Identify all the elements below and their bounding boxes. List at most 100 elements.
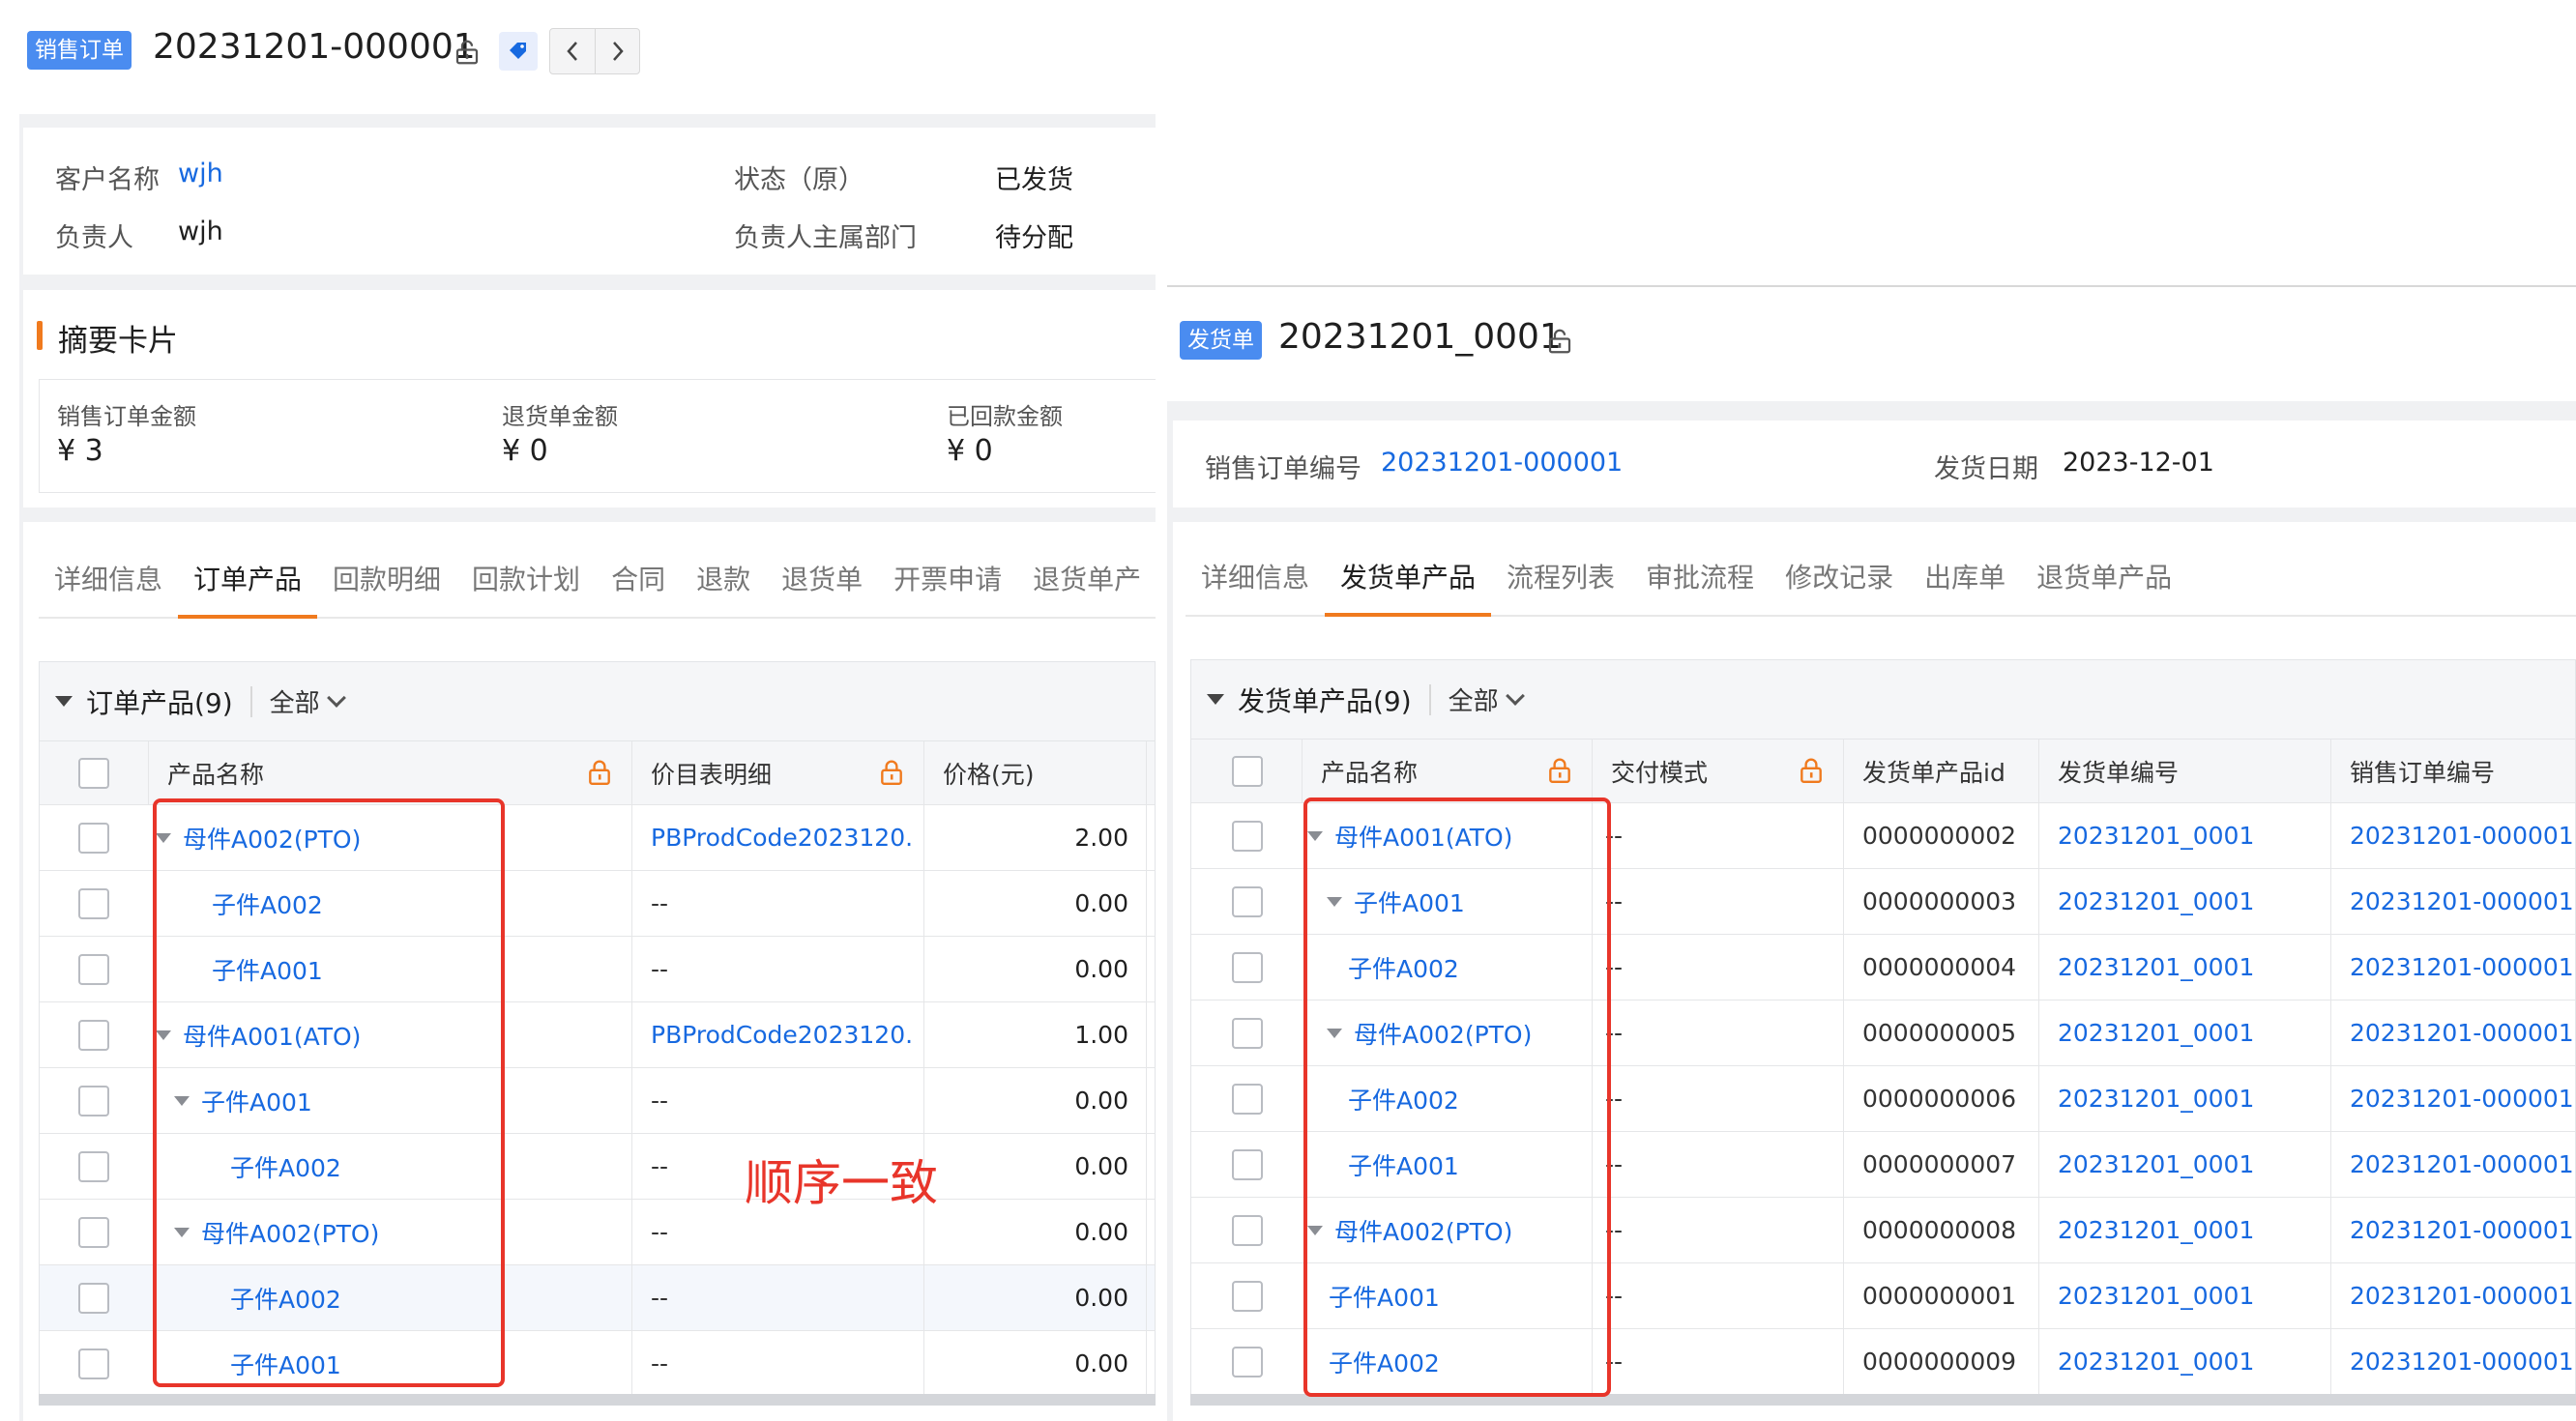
col-delivery-mode[interactable]: 交付模式 [1611, 740, 1708, 802]
price-cell: 1.00 [1074, 1021, 1128, 1049]
delivery-no-link[interactable]: 20231201_0001 [2058, 1000, 2254, 1065]
row-checkbox[interactable] [1232, 1017, 1263, 1049]
price-cell: 2.00 [1074, 824, 1128, 852]
row-checkbox[interactable] [1232, 885, 1263, 917]
sales-order-no-link[interactable]: 20231201-000001 [1381, 448, 1623, 478]
tab-approval-flow[interactable]: 审批流程 [1630, 557, 1770, 615]
filter-dropdown[interactable]: 全部 [270, 683, 346, 719]
price-cell: 0.00 [1074, 1284, 1128, 1312]
price-list-detail-cell: -- [651, 1349, 669, 1378]
col-product-name[interactable]: 产品名称 [167, 741, 264, 804]
horizontal-scrollbar[interactable] [39, 1394, 1156, 1406]
filter-dropdown[interactable]: 全部 [1449, 682, 1525, 717]
delivery-no-link[interactable]: 20231201_0001 [2058, 1263, 2254, 1328]
row-checkbox[interactable] [1232, 1148, 1263, 1180]
row-checkbox[interactable] [78, 1348, 109, 1379]
lock-icon [1799, 757, 1824, 784]
tab-delivery-products[interactable]: 发货单产品 [1325, 557, 1492, 617]
lock-icon [1547, 757, 1572, 784]
sales-order-no-link[interactable]: 20231201-000001 [2350, 1000, 2574, 1065]
tab-return-products[interactable]: 退货单产 [1017, 559, 1156, 617]
delivery-no-link[interactable]: 20231201_0001 [2058, 803, 2254, 868]
tab-order-products[interactable]: 订单产品 [178, 559, 318, 619]
sales-order-no-link[interactable]: 20231201-000001 [2350, 1198, 2574, 1262]
customer-name-label: 客户名称 [55, 165, 160, 195]
row-checkbox[interactable] [78, 822, 109, 854]
product-id-cell: 0000000005 [1862, 1019, 2017, 1047]
tag-icon[interactable] [499, 32, 538, 71]
sales-order-no-link[interactable]: 20231201-000001 [2350, 1329, 2574, 1394]
tab-contract[interactable]: 合同 [596, 559, 681, 617]
delivery-no-link[interactable]: 20231201_0001 [2058, 1329, 2254, 1394]
sales-order-no-label: 销售订单编号 [1205, 454, 1361, 484]
order-products-toolbar: 订单产品(9) 全部 [40, 662, 1155, 741]
col-price-list-detail[interactable]: 价目表明细 [651, 741, 772, 804]
delivery-no-link[interactable]: 20231201_0001 [2058, 869, 2254, 934]
sales-amount-label: 销售订单金额 [57, 403, 196, 430]
row-checkbox[interactable] [1232, 1214, 1263, 1246]
delivery-date-label: 发货日期 [1934, 454, 2038, 484]
col-product-id[interactable]: 发货单产品id [1862, 740, 2005, 802]
row-checkbox[interactable] [78, 887, 109, 919]
tab-details[interactable]: 详细信息 [1186, 557, 1325, 615]
sales-order-tag: 销售订单 [27, 31, 132, 70]
tab-outbound-order[interactable]: 出库单 [1909, 557, 2021, 615]
next-record-button[interactable] [595, 29, 639, 73]
col-delivery-no[interactable]: 发货单编号 [2058, 740, 2179, 802]
sales-order-no-link[interactable]: 20231201-000001 [2350, 869, 2574, 934]
col-product-name[interactable]: 产品名称 [1321, 740, 1418, 802]
price-list-detail-cell[interactable]: PBProdCode2023120... [651, 805, 912, 870]
owner-dept-value: 待分配 [995, 223, 1073, 253]
previous-record-button[interactable] [550, 29, 595, 73]
row-checkbox[interactable] [78, 1150, 109, 1182]
tab-payment-plan[interactable]: 回款计划 [456, 559, 596, 617]
collapse-caret-icon[interactable] [1207, 694, 1224, 705]
tab-process-list[interactable]: 流程列表 [1491, 557, 1630, 615]
row-checkbox[interactable] [78, 953, 109, 985]
row-checkbox[interactable] [1232, 1083, 1263, 1115]
row-checkbox[interactable] [1232, 820, 1263, 852]
tab-details[interactable]: 详细信息 [39, 559, 178, 617]
sales-order-no-link[interactable]: 20231201-000001 [2350, 1263, 2574, 1328]
row-checkbox[interactable] [1232, 951, 1263, 983]
price-list-detail-cell: -- [651, 889, 669, 917]
tab-return-products[interactable]: 退货单产品 [2021, 557, 2187, 615]
owner-label: 负责人 [55, 223, 133, 253]
product-id-cell: 0000000007 [1862, 1150, 2017, 1178]
toolbar-divider [249, 685, 252, 717]
tab-invoice-request[interactable]: 开票申请 [878, 559, 1017, 617]
lock-icon[interactable] [1545, 327, 1574, 356]
col-sales-order-no[interactable]: 销售订单编号 [2350, 740, 2495, 802]
tab-return-order[interactable]: 退货单 [766, 559, 878, 617]
row-checkbox[interactable] [1232, 1346, 1263, 1378]
tab-refund[interactable]: 退款 [681, 559, 766, 617]
summary-accent-bar [37, 321, 43, 350]
product-id-cell: 0000000002 [1862, 822, 2017, 850]
delivery-no-link[interactable]: 20231201_0001 [2058, 1198, 2254, 1262]
select-all-checkbox[interactable] [1232, 755, 1263, 787]
sales-order-no-link[interactable]: 20231201-000001 [2350, 935, 2574, 1000]
row-checkbox[interactable] [78, 1019, 109, 1051]
sales-order-no-link[interactable]: 20231201-000001 [2350, 803, 2574, 868]
select-all-checkbox[interactable] [78, 757, 109, 789]
col-price[interactable]: 价格(元) [943, 741, 1035, 804]
product-id-cell: 0000000006 [1862, 1085, 2017, 1113]
tab-payment-details[interactable]: 回款明细 [317, 559, 456, 617]
delivery-no-link[interactable]: 20231201_0001 [2058, 1132, 2254, 1197]
row-checkbox[interactable] [78, 1216, 109, 1248]
delivery-no-link[interactable]: 20231201_0001 [2058, 1066, 2254, 1131]
sales-order-no-link[interactable]: 20231201-000001 [2350, 1132, 2574, 1197]
sales-order-number: 20231201-000001 [153, 27, 476, 67]
price-cell: 0.00 [1074, 1087, 1128, 1115]
delivery-no-link[interactable]: 20231201_0001 [2058, 935, 2254, 1000]
price-list-detail-cell[interactable]: PBProdCode2023120... [651, 1002, 912, 1067]
sales-amount-value: ¥ 3 [57, 434, 103, 468]
row-checkbox[interactable] [1232, 1280, 1263, 1312]
customer-name-link[interactable]: wjh [178, 159, 223, 188]
row-checkbox[interactable] [78, 1085, 109, 1116]
sales-order-no-link[interactable]: 20231201-000001 [2350, 1066, 2574, 1131]
row-checkbox[interactable] [78, 1282, 109, 1314]
tab-change-log[interactable]: 修改记录 [1770, 557, 1909, 615]
collapse-caret-icon[interactable] [55, 696, 73, 707]
lock-icon[interactable] [453, 38, 482, 67]
